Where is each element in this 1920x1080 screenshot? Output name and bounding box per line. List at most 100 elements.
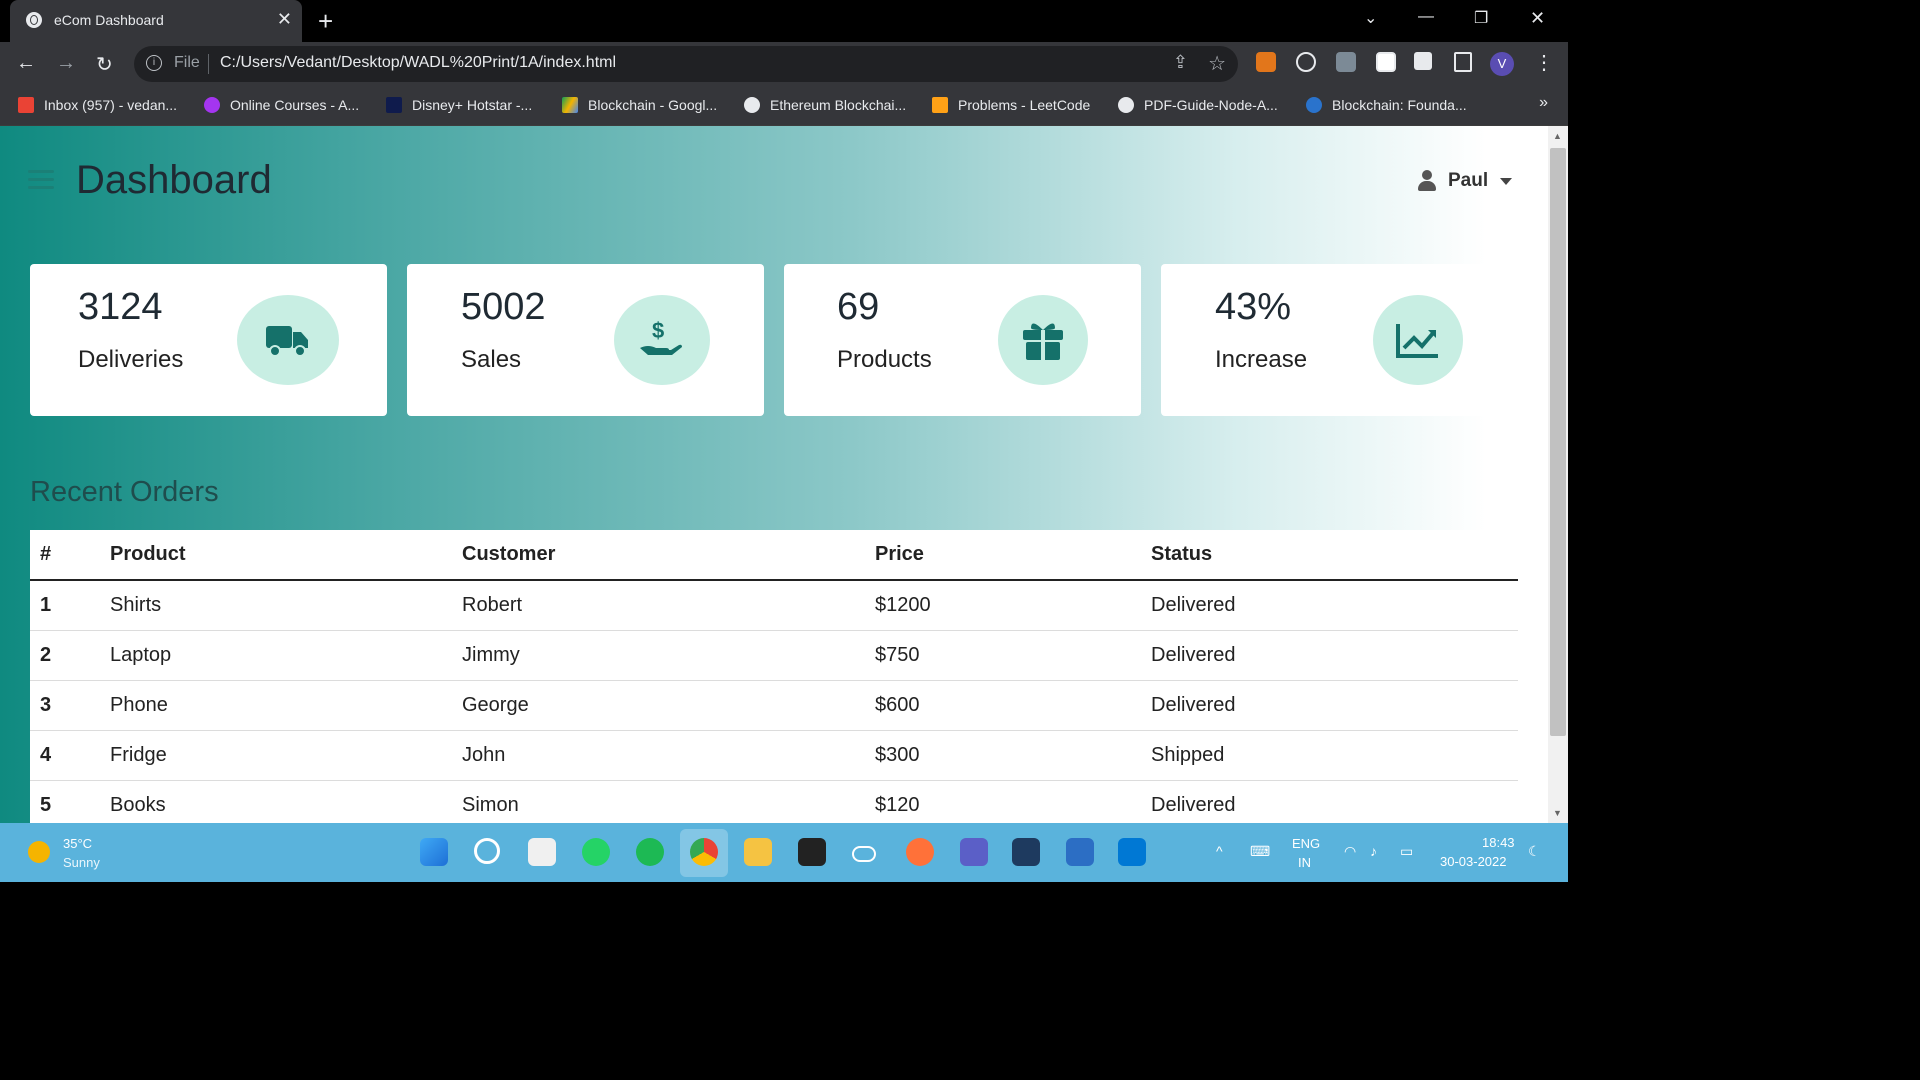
language-indicator[interactable]: ENG <box>1292 836 1320 851</box>
firefox-icon[interactable] <box>906 838 934 866</box>
chrome-icon[interactable] <box>690 838 718 866</box>
bookmark-leetcode[interactable]: Problems - LeetCode <box>932 95 1090 115</box>
restore-button[interactable]: ❐ <box>1474 8 1488 28</box>
row-number: 3 <box>30 680 110 731</box>
coursera-icon <box>1306 97 1322 113</box>
reload-button[interactable]: ↻ <box>96 52 113 77</box>
weather-temperature[interactable]: 35°C <box>63 836 92 851</box>
bookmark-pdf-guide[interactable]: PDF-Guide-Node-A... <box>1118 95 1278 115</box>
bookmark-gmail[interactable]: Inbox (957) - vedan... <box>18 95 177 115</box>
new-tab-button[interactable]: + <box>318 6 333 37</box>
sticky-notes-icon[interactable] <box>798 838 826 866</box>
status-cell: Delivered <box>1151 780 1518 823</box>
close-window-button[interactable]: ✕ <box>1530 8 1545 29</box>
weather-condition[interactable]: Sunny <box>63 855 100 870</box>
bookmark-star-icon[interactable]: ☆ <box>1208 51 1226 76</box>
row-number: 1 <box>30 580 110 631</box>
notification-icon[interactable]: ☾ <box>1528 843 1541 860</box>
status-cell: Delivered <box>1151 630 1518 681</box>
stat-value: 5002 <box>461 286 546 328</box>
sun-icon[interactable] <box>28 841 50 863</box>
globe-icon <box>1118 97 1134 113</box>
tab-search-icon[interactable]: ⌄ <box>1364 8 1377 28</box>
stat-card-deliveries: 3124 Deliveries <box>30 264 387 416</box>
bookmark-coursera[interactable]: Blockchain: Founda... <box>1306 95 1467 115</box>
forward-button[interactable]: → <box>56 52 76 75</box>
puzzle-extensions-icon[interactable] <box>1414 52 1432 70</box>
windows-start-icon[interactable] <box>420 838 448 866</box>
wifi-icon[interactable]: ◠ <box>1344 843 1356 860</box>
file-explorer-icon[interactable] <box>744 838 772 866</box>
column-header: Status <box>1151 530 1518 581</box>
whatsapp-icon[interactable] <box>582 838 610 866</box>
spotify-icon[interactable] <box>636 838 664 866</box>
globe-icon <box>744 97 760 113</box>
chevron-up-icon[interactable]: ^ <box>1216 843 1223 859</box>
price-cell: $750 <box>875 630 1151 681</box>
bookmark-online-courses[interactable]: Online Courses - A... <box>204 95 359 115</box>
more-bookmarks-icon[interactable]: » <box>1539 94 1548 112</box>
gmail-icon <box>18 97 34 113</box>
bookmark-label: Disney+ Hotstar -... <box>412 97 533 113</box>
bookmarks-bar: Inbox (957) - vedan... Online Courses - … <box>0 86 1568 126</box>
clock-time[interactable]: 18:43 <box>1482 835 1515 850</box>
bookmark-label: Ethereum Blockchai... <box>770 97 907 113</box>
vscode-icon[interactable] <box>1118 838 1146 866</box>
share-icon[interactable]: ⇪ <box>1173 52 1188 73</box>
close-tab-icon[interactable]: ✕ <box>277 9 292 30</box>
bookmark-google-drive[interactable]: Blockchain - Googl... <box>562 95 717 115</box>
back-button[interactable]: ← <box>16 52 36 75</box>
react-devtools-extension-icon[interactable] <box>1296 52 1316 72</box>
metamask-extension-icon[interactable] <box>1256 52 1276 72</box>
caret-down-icon <box>1500 177 1513 185</box>
address-bar[interactable]: i File C:/Users/Vedant/Desktop/WADL%20Pr… <box>134 46 1238 82</box>
scrollbar-thumb[interactable] <box>1550 148 1566 736</box>
region-indicator[interactable]: IN <box>1298 855 1311 870</box>
powershell-icon[interactable] <box>1066 838 1094 866</box>
table-header-row: # Product Customer Price Status <box>30 530 1518 581</box>
svg-text:$: $ <box>652 318 664 343</box>
notion-extension-icon[interactable] <box>1376 52 1396 72</box>
gift-icon <box>998 295 1088 385</box>
profile-avatar[interactable]: V <box>1490 52 1514 76</box>
hamburger-menu-icon[interactable] <box>28 170 54 190</box>
google-drive-icon <box>562 97 578 113</box>
bookmark-label: PDF-Guide-Node-A... <box>1144 97 1278 113</box>
browser-toolbar: ← → ↻ i File C:/Users/Vedant/Desktop/WAD… <box>0 42 1568 86</box>
row-number: 2 <box>30 630 110 681</box>
bookmark-hotstar[interactable]: Disney+ Hotstar -... <box>386 95 532 115</box>
browser-titlebar: eCom Dashboard ✕ + ⌄ — ❐ ✕ <box>0 0 1568 42</box>
leetcode-icon <box>932 97 948 113</box>
bookmark-label: Blockchain: Founda... <box>1332 97 1467 113</box>
virtualbox-icon[interactable] <box>1012 838 1040 866</box>
product-cell: Fridge <box>110 730 462 781</box>
user-icon <box>1418 170 1436 192</box>
bookmark-ethereum[interactable]: Ethereum Blockchai... <box>744 95 906 115</box>
info-icon[interactable]: i <box>146 55 162 71</box>
pen-extension-icon[interactable] <box>1336 52 1356 72</box>
volume-icon[interactable]: ♪ <box>1370 843 1377 859</box>
stat-card-increase: 43% Increase <box>1161 264 1518 416</box>
column-header: Price <box>875 530 1151 581</box>
url-text[interactable]: C:/Users/Vedant/Desktop/WADL%20Print/1A/… <box>220 54 616 72</box>
page-viewport: Dashboard Paul 3124 Deliveries 5002 Sale… <box>0 126 1548 823</box>
user-name: Paul <box>1448 170 1489 191</box>
infinity-app-icon[interactable] <box>852 846 876 862</box>
clock-date[interactable]: 30-03-2022 <box>1440 854 1507 869</box>
user-menu[interactable]: Paul <box>1418 170 1513 192</box>
menu-kebab-icon[interactable]: ⋮ <box>1534 50 1554 75</box>
scroll-up-arrow-icon[interactable]: ▲ <box>1553 131 1562 141</box>
teams-icon[interactable] <box>960 838 988 866</box>
page-scrollbar[interactable]: ▲ ▼ <box>1548 126 1568 823</box>
browser-tab[interactable]: eCom Dashboard ✕ <box>10 0 302 42</box>
task-view-icon[interactable] <box>528 838 556 866</box>
price-cell: $300 <box>875 730 1151 781</box>
section-title-recent-orders: Recent Orders <box>30 476 219 508</box>
battery-icon[interactable]: ▭ <box>1400 843 1413 860</box>
scroll-down-arrow-icon[interactable]: ▼ <box>1553 808 1562 818</box>
side-panel-icon[interactable] <box>1454 52 1472 72</box>
search-icon[interactable] <box>474 838 500 864</box>
keyboard-icon[interactable]: ⌨ <box>1250 843 1270 860</box>
customer-cell: Robert <box>462 580 875 631</box>
minimize-button[interactable]: — <box>1418 8 1434 26</box>
